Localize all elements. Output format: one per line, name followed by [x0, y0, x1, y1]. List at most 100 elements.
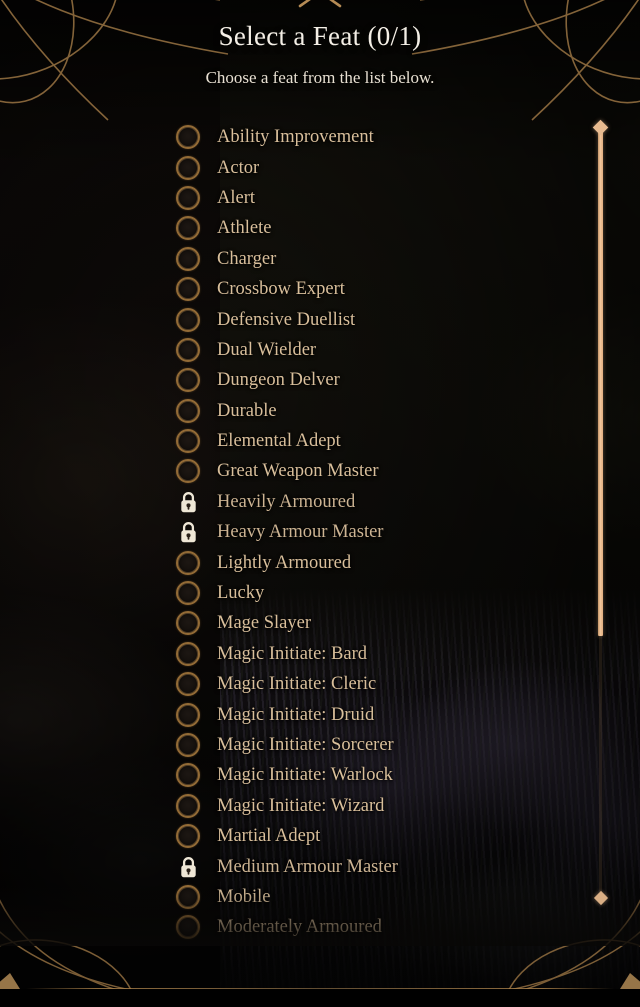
- feat-list-item[interactable]: Magic Initiate: Wizard: [176, 791, 576, 821]
- feat-label: Mage Slayer: [217, 613, 312, 634]
- radio-unchecked-icon[interactable]: [176, 915, 200, 940]
- radio-unchecked-icon[interactable]: [176, 155, 200, 180]
- radio-unchecked-icon[interactable]: [176, 824, 200, 849]
- feat-list-item[interactable]: Actor: [176, 152, 576, 182]
- feat-label: Durable: [217, 400, 277, 421]
- feat-list-item[interactable]: Martial Adept: [176, 821, 576, 851]
- feat-list-item[interactable]: Durable: [176, 396, 576, 426]
- feat-marker[interactable]: [176, 429, 200, 454]
- feat-marker[interactable]: [176, 337, 200, 362]
- feat-label: Moderately Armoured: [217, 917, 382, 938]
- radio-unchecked-icon[interactable]: [176, 185, 200, 210]
- radio-unchecked-icon[interactable]: [176, 368, 200, 393]
- feat-list-viewport[interactable]: Ability Improvement Actor Alert Athlete Char…: [0, 118, 640, 946]
- feat-label: Defensive Duellist: [217, 309, 356, 330]
- feat-marker[interactable]: [176, 550, 200, 575]
- feat-list-item[interactable]: Dungeon Delver: [176, 365, 576, 395]
- feat-marker[interactable]: [176, 672, 200, 697]
- feat-list-item[interactable]: Lucky: [176, 578, 576, 608]
- feat-label: Lightly Armoured: [217, 552, 352, 573]
- radio-unchecked-icon[interactable]: [176, 702, 200, 727]
- feat-list-item[interactable]: Charger: [176, 244, 576, 274]
- feat-label: Magic Initiate: Warlock: [217, 765, 393, 786]
- feat-list-item[interactable]: Elemental Adept: [176, 426, 576, 456]
- scroll-handle-diamond-icon[interactable]: [592, 119, 609, 136]
- radio-unchecked-icon[interactable]: [176, 246, 200, 271]
- feat-marker[interactable]: [176, 368, 200, 393]
- feat-marker[interactable]: [176, 307, 200, 332]
- radio-unchecked-icon[interactable]: [176, 125, 200, 150]
- feat-list-item[interactable]: Magic Initiate: Druid: [176, 699, 576, 729]
- radio-unchecked-icon[interactable]: [176, 793, 200, 818]
- feat-marker[interactable]: [176, 277, 200, 302]
- feat-list-item[interactable]: Medium Armour Master: [176, 851, 576, 881]
- radio-unchecked-icon[interactable]: [176, 763, 200, 788]
- feat-marker[interactable]: [176, 520, 200, 544]
- feat-label: Magic Initiate: Bard: [217, 643, 368, 664]
- feat-marker[interactable]: [176, 611, 200, 636]
- radio-unchecked-icon[interactable]: [176, 550, 200, 575]
- feat-marker[interactable]: [176, 824, 200, 849]
- feat-list-item[interactable]: Great Weapon Master: [176, 456, 576, 486]
- feat-list-item[interactable]: Alert: [176, 183, 576, 213]
- radio-unchecked-icon[interactable]: [176, 581, 200, 606]
- radio-unchecked-icon[interactable]: [176, 307, 200, 332]
- radio-unchecked-icon[interactable]: [176, 733, 200, 757]
- feat-marker[interactable]: [176, 581, 200, 606]
- feat-marker[interactable]: [176, 185, 200, 210]
- feat-marker[interactable]: [176, 490, 200, 514]
- feat-list-item[interactable]: Magic Initiate: Bard: [176, 639, 576, 669]
- feat-list-item[interactable]: Magic Initiate: Sorcerer: [176, 730, 576, 760]
- feat-marker[interactable]: [176, 733, 200, 757]
- feat-list-item[interactable]: Crossbow Expert: [176, 274, 576, 304]
- feat-marker[interactable]: [176, 246, 200, 271]
- feat-marker[interactable]: [176, 763, 200, 788]
- feat-list-item[interactable]: Dual Wielder: [176, 335, 576, 365]
- radio-unchecked-icon[interactable]: [176, 884, 200, 909]
- feat-marker[interactable]: [176, 216, 200, 241]
- radio-unchecked-icon[interactable]: [176, 429, 200, 454]
- radio-unchecked-icon[interactable]: [176, 641, 200, 666]
- feat-list-item[interactable]: Mage Slayer: [176, 608, 576, 638]
- feat-list-item[interactable]: Defensive Duellist: [176, 304, 576, 334]
- feat-label: Magic Initiate: Druid: [217, 704, 375, 725]
- feat-list: Ability Improvement Actor Alert Athlete Char…: [176, 122, 576, 943]
- feat-list-item[interactable]: Moderately Armoured: [176, 912, 576, 942]
- radio-unchecked-icon[interactable]: [176, 337, 200, 362]
- feat-marker[interactable]: [176, 641, 200, 666]
- radio-unchecked-icon[interactable]: [176, 672, 200, 697]
- lock-icon: [181, 522, 196, 543]
- radio-unchecked-icon[interactable]: [176, 216, 200, 241]
- scroll-arrow-down-diamond-icon[interactable]: [593, 890, 609, 906]
- feat-marker[interactable]: [176, 459, 200, 484]
- feat-marker[interactable]: [176, 125, 200, 150]
- feat-marker[interactable]: [176, 793, 200, 818]
- radio-unchecked-icon[interactable]: [176, 459, 200, 484]
- feat-label: Actor: [217, 157, 260, 178]
- page-title: Select a Feat (0/1): [218, 21, 422, 51]
- feat-label: Magic Initiate: Wizard: [217, 795, 385, 816]
- feat-list-item[interactable]: Heavy Armour Master: [176, 517, 576, 547]
- feat-list-item[interactable]: Athlete: [176, 213, 576, 243]
- feat-marker[interactable]: [176, 855, 200, 879]
- feat-list-item[interactable]: Heavily Armoured: [176, 487, 576, 517]
- feat-marker[interactable]: [176, 702, 200, 727]
- feat-marker[interactable]: [176, 398, 200, 423]
- feat-list-item[interactable]: Magic Initiate: Warlock: [176, 760, 576, 790]
- radio-unchecked-icon[interactable]: [176, 611, 200, 636]
- feat-list-item[interactable]: Lightly Armoured: [176, 547, 576, 577]
- feat-list-item[interactable]: Mobile: [176, 882, 576, 912]
- feat-list-item[interactable]: Magic Initiate: Cleric: [176, 669, 576, 699]
- feat-marker[interactable]: [176, 155, 200, 180]
- page-subtitle: Choose a feat from the list below.: [205, 68, 435, 87]
- dialog-header: Select a Feat (0/1) Choose a feat from t…: [0, 0, 640, 88]
- feat-marker[interactable]: [176, 884, 200, 909]
- feat-marker[interactable]: [176, 915, 200, 940]
- feat-label: Martial Adept: [217, 826, 321, 847]
- radio-unchecked-icon[interactable]: [176, 277, 200, 302]
- feat-label: Magic Initiate: Cleric: [217, 674, 377, 695]
- feat-list-item[interactable]: Ability Improvement: [176, 122, 576, 152]
- radio-unchecked-icon[interactable]: [176, 398, 200, 423]
- scrollbar-thumb[interactable]: [598, 132, 603, 636]
- feat-list-scrollbar[interactable]: [592, 118, 609, 918]
